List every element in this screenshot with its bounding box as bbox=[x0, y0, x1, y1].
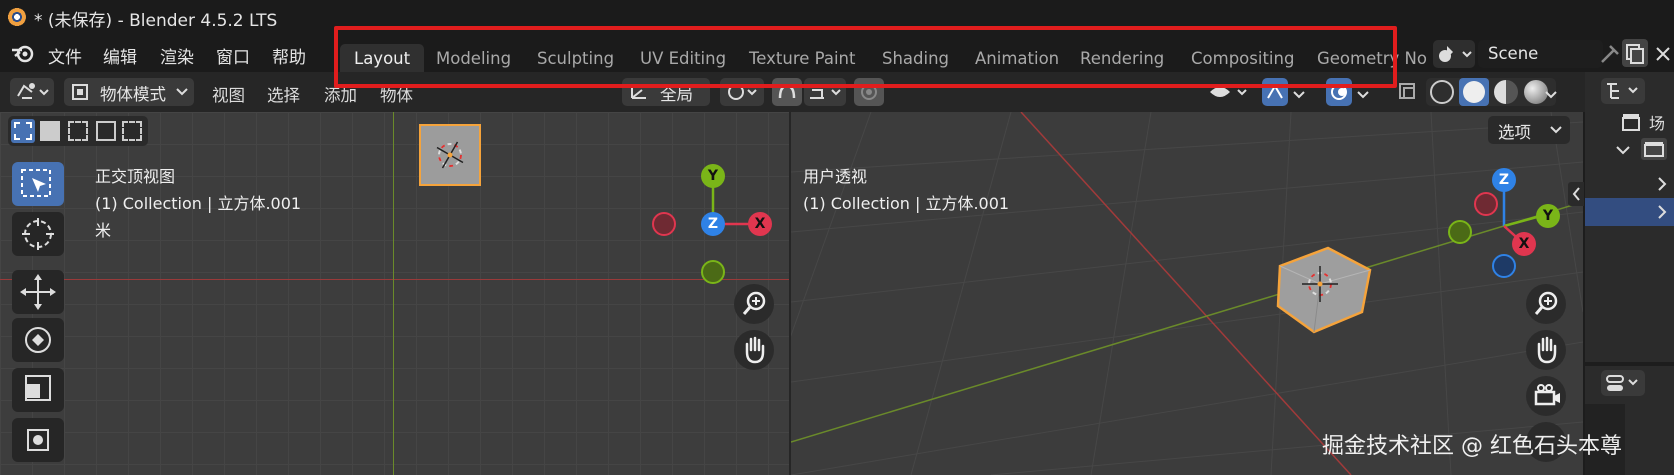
select-mode-group bbox=[8, 116, 148, 146]
gizmo-neg-x-right[interactable] bbox=[1474, 192, 1498, 216]
select-new-button[interactable] bbox=[11, 119, 35, 143]
transform-tool[interactable] bbox=[12, 418, 64, 462]
gizmo-neg-x-axis[interactable] bbox=[652, 212, 676, 236]
gizmo-x-axis-right[interactable]: X bbox=[1512, 232, 1536, 256]
mode-label: 物体模式 bbox=[100, 85, 166, 104]
move-tool[interactable] bbox=[12, 270, 64, 314]
select-extend-icon[interactable] bbox=[40, 121, 60, 141]
solid-shading-button[interactable] bbox=[1459, 78, 1489, 106]
navigation-gizmo-left[interactable]: Y Z X bbox=[652, 162, 772, 284]
outliner-type-button[interactable] bbox=[1601, 78, 1645, 104]
gizmo-neg-y-right[interactable] bbox=[1448, 220, 1472, 244]
sidebar-toggle-icon[interactable] bbox=[1568, 182, 1584, 206]
outliner-row-selected[interactable] bbox=[1585, 198, 1674, 226]
scene-selector[interactable]: Scene bbox=[1478, 40, 1603, 68]
gizmo-y-axis[interactable]: Y bbox=[701, 164, 725, 188]
right-view-title: 用户透视 bbox=[803, 167, 868, 186]
properties-type-button[interactable] bbox=[1601, 370, 1645, 396]
select-intersect-icon[interactable] bbox=[122, 121, 142, 141]
scene-type-button[interactable] bbox=[1433, 40, 1475, 68]
mode-selector[interactable]: 物体模式 bbox=[64, 78, 194, 106]
editor-type-button[interactable] bbox=[10, 78, 54, 106]
material-shading-icon[interactable] bbox=[1494, 80, 1518, 104]
options-dropdown[interactable]: 选项 bbox=[1488, 116, 1570, 144]
workspace-tabs-highlight bbox=[334, 26, 1397, 88]
gizmo-neg-y-axis[interactable] bbox=[701, 260, 725, 284]
wireframe-shading-icon[interactable] bbox=[1430, 80, 1454, 104]
cube-object-perspective[interactable] bbox=[1270, 240, 1374, 336]
select-box-tool[interactable] bbox=[12, 162, 64, 206]
expand-camera-icon[interactable] bbox=[1655, 176, 1669, 192]
close-scene-icon[interactable] bbox=[1653, 42, 1673, 66]
left-view-collection: (1) Collection | 立方体.001 bbox=[95, 194, 302, 213]
new-scene-icon[interactable] bbox=[1622, 39, 1648, 67]
blender-logo-icon bbox=[6, 7, 26, 27]
gizmo-z-axis-right[interactable]: Z bbox=[1492, 168, 1516, 192]
zoom-button-right[interactable] bbox=[1526, 284, 1566, 324]
gizmo-x-axis[interactable]: X bbox=[748, 212, 772, 236]
shading-dropdown-icon[interactable] bbox=[1544, 86, 1558, 99]
left-view-unit: 米 bbox=[95, 221, 112, 240]
cube-object[interactable] bbox=[419, 124, 481, 186]
pan-hand-icon-right[interactable] bbox=[1526, 330, 1566, 370]
options-label: 选项 bbox=[1498, 123, 1531, 142]
navigation-gizmo-right[interactable]: Z Y X bbox=[1448, 166, 1562, 282]
watermark: 掘金技术社区 @ 红色石头本尊 bbox=[1322, 434, 1622, 459]
pin-icon[interactable] bbox=[1598, 42, 1620, 66]
menu-edit[interactable]: 编辑 bbox=[103, 43, 137, 68]
shading-mode-group bbox=[1426, 78, 1556, 106]
menu-help[interactable]: 帮助 bbox=[272, 43, 306, 68]
pan-hand-icon-left[interactable] bbox=[734, 330, 774, 370]
expand-collection-icon[interactable] bbox=[1615, 142, 1631, 156]
gizmo-y-axis-right[interactable]: Y bbox=[1536, 204, 1560, 228]
gizmo-z-axis[interactable]: Z bbox=[701, 212, 725, 236]
scene-name: Scene bbox=[1488, 44, 1539, 63]
collection-icon[interactable] bbox=[1641, 138, 1667, 160]
menu-view[interactable]: 视图 bbox=[212, 82, 245, 106]
right-view-collection: (1) Collection | 立方体.001 bbox=[803, 194, 1010, 213]
outliner-panel: 场景 bbox=[1585, 72, 1674, 362]
gizmo-neg-z-right[interactable] bbox=[1492, 254, 1516, 278]
menu-file[interactable]: 文件 bbox=[48, 43, 82, 68]
rotate-tool[interactable] bbox=[12, 318, 64, 362]
xray-toggle[interactable] bbox=[1394, 78, 1422, 106]
camera-view-icon[interactable] bbox=[1526, 376, 1566, 416]
cursor-tool[interactable] bbox=[12, 212, 64, 256]
y-axis-line bbox=[393, 112, 394, 475]
menu-render[interactable]: 渲染 bbox=[160, 43, 194, 68]
left-view-title: 正交顶视图 bbox=[95, 167, 176, 186]
blender-menu-icon[interactable] bbox=[10, 42, 36, 64]
scale-tool[interactable] bbox=[12, 368, 64, 412]
window-title: * (未保存) - Blender 4.5.2 LTS bbox=[34, 11, 278, 31]
menu-window[interactable]: 窗口 bbox=[216, 43, 250, 68]
menu-select[interactable]: 选择 bbox=[267, 82, 300, 106]
zoom-button-left[interactable] bbox=[734, 284, 774, 324]
scene-collection-icon bbox=[1621, 112, 1641, 132]
select-invert-icon[interactable] bbox=[96, 121, 116, 141]
select-subtract-icon[interactable] bbox=[68, 121, 88, 141]
